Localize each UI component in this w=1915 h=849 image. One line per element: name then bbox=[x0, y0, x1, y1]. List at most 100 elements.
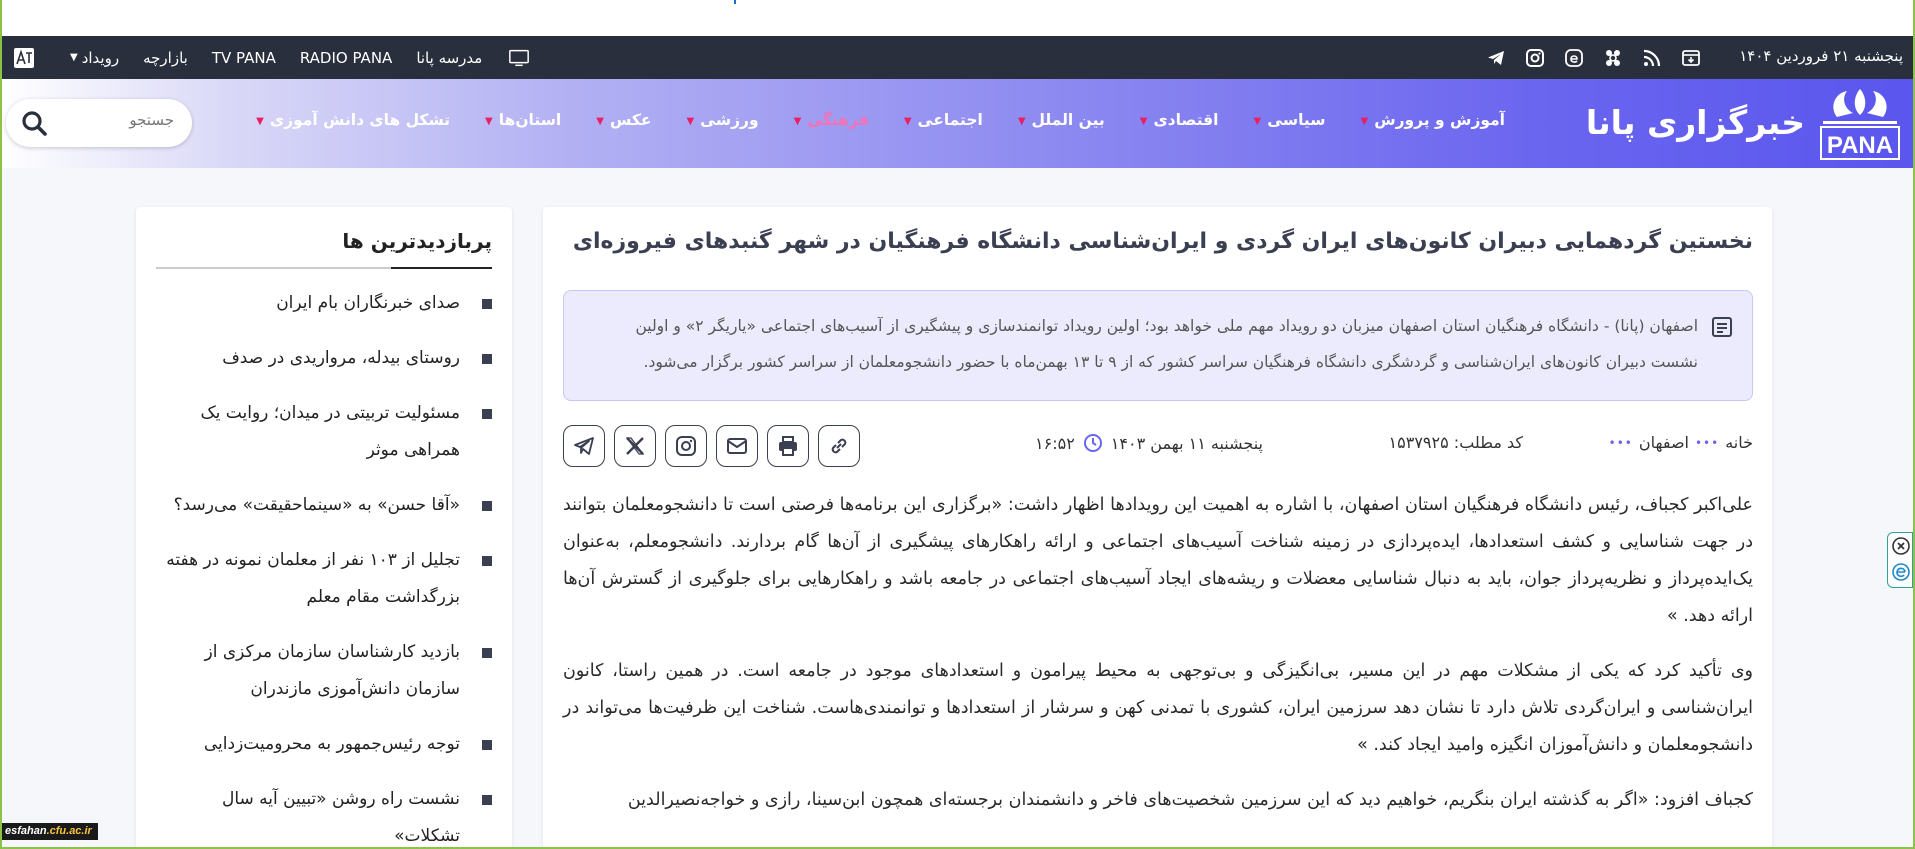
square-bullet-icon bbox=[482, 740, 492, 750]
article-card: نخستین گردهمایی دبیران کانون‌های ایران گ… bbox=[543, 207, 1772, 849]
list-item[interactable]: توجه رئیس‌جمهور به محرومیت‌زدایی bbox=[152, 726, 492, 763]
most-viewed-sidebar: پربازدیدترین ها صدای خبرنگاران بام ایران… bbox=[136, 207, 512, 849]
top-blue-mark bbox=[734, 0, 736, 4]
top-bar: پنجشنبه ۲۱ فروردین ۱۴۰۴ ▼ رویداد بازارچه … bbox=[0, 36, 1915, 79]
list-item[interactable]: مسئولیت تربیتی در میدان؛ روایت یک همراهی… bbox=[152, 395, 492, 469]
top-menu: ▼ رویداد بازارچه TV PANA RADIO PANA مدرسه… bbox=[12, 36, 532, 79]
printer-icon bbox=[779, 436, 797, 456]
monitor-icon[interactable] bbox=[506, 47, 532, 69]
email-share-button[interactable] bbox=[716, 425, 758, 467]
print-button[interactable] bbox=[767, 425, 809, 467]
article-paragraph: علی‌اکبر کجباف، رئیس دانشگاه فرهنگیان اس… bbox=[563, 495, 1753, 626]
nav-photo[interactable]: عکس ▼ bbox=[596, 111, 651, 129]
article-paragraph: کجباف افزود: «اگر به گذشته ایران بنگریم،… bbox=[627, 790, 1753, 810]
nav-provinces[interactable]: استان‌ها ▼ bbox=[485, 111, 561, 129]
aparat-icon[interactable] bbox=[1600, 45, 1625, 70]
chevron-down-icon: ▼ bbox=[596, 115, 604, 127]
telegram-icon[interactable] bbox=[1483, 45, 1508, 70]
square-bullet-icon bbox=[482, 409, 492, 419]
lead-line-1: اصفهان (پانا) - دانشگاه فرهنگیان استان ا… bbox=[635, 317, 1698, 335]
document-icon bbox=[1712, 317, 1732, 337]
sidebar-divider bbox=[156, 267, 492, 269]
menu-item-event[interactable]: ▼ رویداد bbox=[70, 49, 119, 67]
article-code-value: ۱۵۳۷۹۲۵ bbox=[1388, 433, 1449, 452]
nav-politics[interactable]: سیاسی ▼ bbox=[1253, 111, 1325, 129]
search-input[interactable] bbox=[64, 111, 174, 129]
article-body: علی‌اکبر کجباف، رئیس دانشگاه فرهنگیان اس… bbox=[563, 487, 1753, 837]
breadcrumb-separator: ••• bbox=[1694, 435, 1720, 450]
list-item[interactable]: نشست راه روشن «تبیین آیه سال تشکلات» bbox=[152, 781, 492, 849]
list-item[interactable]: بازدید کارشناسان سازمان مرکزی از سازمان … bbox=[152, 634, 492, 708]
nav-sports[interactable]: ورزشی ▼ bbox=[686, 111, 758, 129]
chevron-down-icon: ▼ bbox=[1360, 115, 1369, 127]
site-url-badge[interactable]: esfahan.cfu.ac.ir bbox=[0, 823, 98, 840]
menu-item-radio-pana[interactable]: RADIO PANA bbox=[300, 49, 392, 67]
article-meta: خانه ••• اصفهان ••• کد مطلب: ۱۵۳۷۹۲۵ پنج… bbox=[563, 425, 1753, 467]
breadcrumb-separator: ••• bbox=[1608, 435, 1633, 450]
lead-text: اصفهان (پانا) - دانشگاه فرهنگیان استان ا… bbox=[582, 308, 1698, 380]
pana-emblem-icon: PANA bbox=[1820, 89, 1900, 160]
menu-item-pana-school[interactable]: مدرسه پانا bbox=[416, 49, 482, 67]
nav-student-organizations[interactable]: تشکل های دانش آموزی ▼ bbox=[256, 111, 450, 129]
sidebar-title: پربازدیدترین ها bbox=[342, 229, 492, 253]
rss-icon[interactable] bbox=[1639, 45, 1664, 70]
edge-browser-icon[interactable] bbox=[1892, 563, 1910, 581]
list-item[interactable]: صدای خبرنگاران بام ایران bbox=[152, 285, 492, 322]
nav-international[interactable]: بین الملل ▼ bbox=[1018, 111, 1105, 129]
language-toggle-icon[interactable] bbox=[12, 46, 36, 70]
list-item[interactable]: «آقا حسن» به «سینماحقیقت» می‌رسد؟ bbox=[152, 487, 492, 524]
nav-culture[interactable]: فرهنگی ▼ bbox=[794, 111, 869, 129]
brand-name: خبرگزاری پانا bbox=[1585, 103, 1805, 142]
article-code-label: کد مطلب: bbox=[1453, 433, 1523, 452]
article-code: کد مطلب: ۱۵۳۷۹۲۵ bbox=[1389, 433, 1523, 452]
menu-item-tv-pana[interactable]: TV PANA bbox=[212, 49, 276, 67]
nav-education[interactable]: آموزش و پرورش ▼ bbox=[1361, 111, 1505, 129]
chevron-down-icon: ▼ bbox=[793, 115, 802, 127]
copy-link-button[interactable] bbox=[818, 425, 860, 467]
square-bullet-icon bbox=[482, 795, 492, 805]
nav-economy[interactable]: اقتصادی ▼ bbox=[1140, 111, 1219, 129]
list-item[interactable]: تجلیل از ۱۰۳ نفر از معلمان نمونه در هفته… bbox=[152, 542, 492, 616]
main-navbar: PANA خبرگزاری پانا آموزش و پرورش ▼ سیاسی ▼… bbox=[0, 79, 1915, 168]
breadcrumb: خانه ••• اصفهان ••• bbox=[1609, 433, 1753, 452]
social-links bbox=[1483, 45, 1703, 70]
article-title: نخستین گردهمایی دبیران کانون‌های ایران گ… bbox=[572, 229, 1753, 254]
square-bullet-icon bbox=[482, 556, 492, 566]
chevron-down-icon: ▼ bbox=[1253, 115, 1262, 127]
article-lead: اصفهان (پانا) - دانشگاه فرهنگیان استان ا… bbox=[563, 290, 1753, 401]
telegram-share-button[interactable] bbox=[563, 425, 605, 467]
publish-time: ۱۶:۵۲ bbox=[1035, 433, 1075, 453]
breadcrumb-province[interactable]: اصفهان bbox=[1639, 433, 1689, 452]
instagram-share-button[interactable] bbox=[665, 425, 707, 467]
x-share-button[interactable] bbox=[614, 425, 656, 467]
menu-item-bazaar[interactable]: بازارچه bbox=[143, 49, 188, 67]
list-item[interactable]: روستای بیدله، مرواریدی در صدف bbox=[152, 340, 492, 377]
lead-line-2: نشست دبیران کانون‌های ایران‌شناسی و گردش… bbox=[643, 353, 1698, 371]
square-bullet-icon bbox=[482, 648, 492, 658]
archive-icon[interactable] bbox=[1678, 45, 1703, 70]
breadcrumb-home[interactable]: خانه bbox=[1725, 433, 1753, 452]
accessibility-widget bbox=[1887, 532, 1913, 588]
close-icon[interactable] bbox=[1892, 537, 1910, 555]
instagram-icon[interactable] bbox=[1522, 45, 1547, 70]
chevron-down-icon: ▼ bbox=[1139, 115, 1148, 127]
telegram-icon bbox=[574, 437, 594, 455]
chevron-down-icon: ▼ bbox=[686, 115, 695, 127]
search-icon[interactable] bbox=[20, 109, 48, 137]
square-bullet-icon bbox=[482, 299, 492, 309]
svg-text:PANA: PANA bbox=[1827, 132, 1893, 159]
category-menu: آموزش و پرورش ▼ سیاسی ▼ اقتصادی ▼ بین الملل… bbox=[221, 111, 1505, 129]
instagram-icon bbox=[676, 436, 696, 456]
square-bullet-icon bbox=[482, 501, 492, 511]
chevron-down-icon: ▼ bbox=[903, 115, 912, 127]
publish-datetime: پنجشنبه ۱۱ بهمن ۱۴۰۳ ۱۶:۵۲ bbox=[1035, 433, 1263, 453]
clock-icon bbox=[1083, 434, 1102, 452]
article-paragraph: وی تأکید کرد که یکی از مشکلات مهم در این… bbox=[563, 661, 1753, 755]
current-date: پنجشنبه ۲۱ فروردین ۱۴۰۴ bbox=[1739, 47, 1903, 65]
search-box bbox=[6, 99, 192, 147]
eitaa-icon[interactable] bbox=[1561, 45, 1586, 70]
chevron-down-icon: ▼ bbox=[485, 115, 493, 127]
nav-social[interactable]: اجتماعی ▼ bbox=[904, 111, 983, 129]
x-twitter-icon bbox=[625, 437, 645, 455]
site-logo[interactable]: PANA خبرگزاری پانا bbox=[1586, 87, 1903, 161]
